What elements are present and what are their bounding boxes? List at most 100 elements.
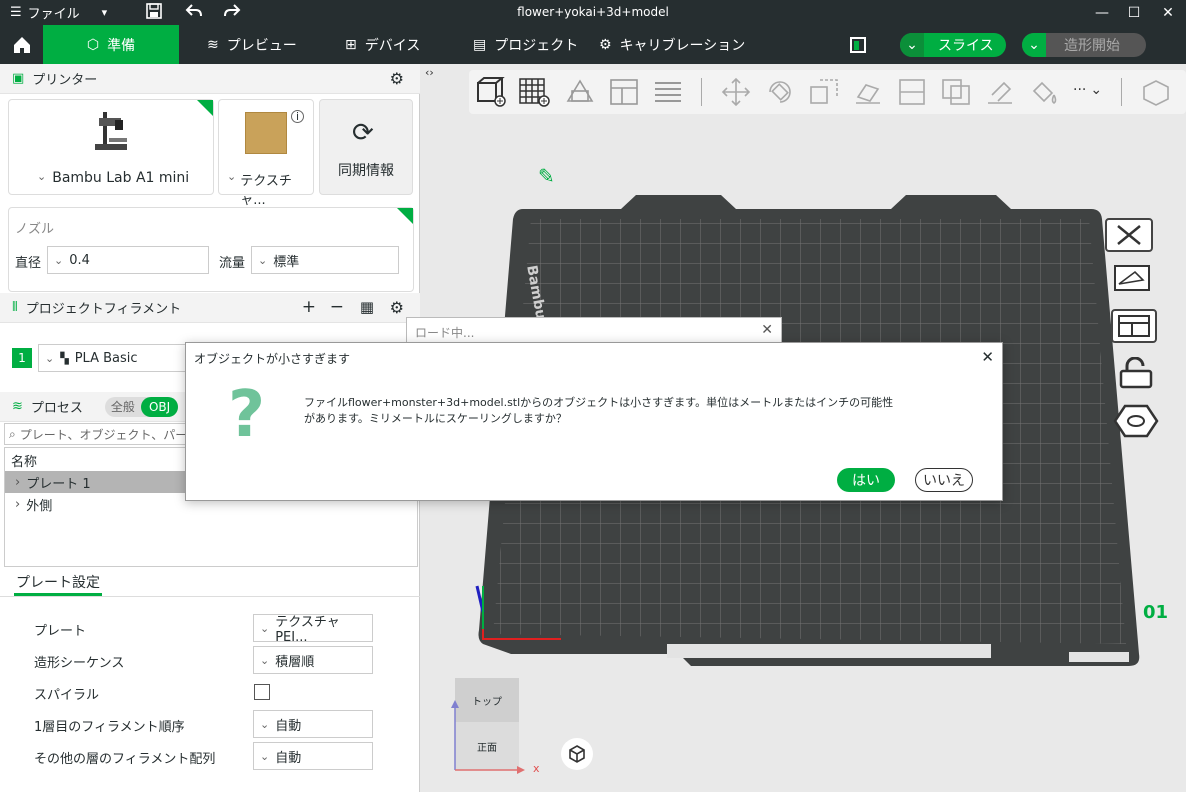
minimize-button[interactable]: — (1084, 0, 1120, 25)
plate-setting-label: プレート (34, 624, 87, 639)
print-label: 造形開始 (1064, 38, 1120, 54)
process-header-label: プロセス (30, 401, 83, 416)
first-layer-order-label: 1層目のフィラメント順序 (34, 720, 185, 735)
first-layer-order-select[interactable]: ⌄ 自動 (253, 710, 373, 738)
global-obj-toggle[interactable]: 全般 OBJ (104, 396, 179, 417)
lock-plate-button[interactable] (1113, 356, 1157, 390)
toggle-obj[interactable]: OBJ (140, 396, 179, 417)
plate-setting-value: テクスチャ PEI... (275, 615, 340, 645)
plate-card[interactable]: i ⌄ テクスチャ... (218, 99, 314, 208)
sequence-setting-label: 造形シーケンス (34, 656, 125, 671)
remove-icon[interactable]: − (330, 297, 344, 317)
search-icon: ⌕ (9, 426, 16, 441)
hexagon-icon (1113, 404, 1159, 438)
filament-index: 1 (12, 348, 32, 368)
list-item-label: 外側 (26, 498, 53, 514)
tab-device[interactable]: ⊞ デバイス (345, 25, 420, 64)
close-button[interactable]: ✕ (1150, 0, 1186, 25)
add-icon[interactable]: + (302, 297, 316, 317)
arrange-plate-button[interactable] (1111, 309, 1157, 343)
printer-select[interactable]: ⌄ Bambu Lab A1 mini (37, 170, 189, 186)
plate-image (245, 112, 287, 154)
axis-x-label: x (533, 762, 540, 775)
chevron-down-icon: ⌄ (260, 749, 270, 763)
gear-icon[interactable]: ⚙ (390, 69, 404, 88)
arrange-icon (1118, 315, 1150, 337)
spiral-setting-label: スパイラル (34, 688, 100, 703)
tab-prepare[interactable]: ⬡ 準備 (43, 25, 179, 64)
chevron-right-icon: › (15, 496, 21, 512)
tab-project-label: プロジェクト (494, 37, 579, 54)
plate-settings-button[interactable] (1113, 404, 1159, 438)
column-header: 名称 (11, 455, 38, 470)
lock-icon (1119, 357, 1153, 389)
diameter-select[interactable]: ⌄ 0.4 (47, 246, 209, 274)
view-axes (451, 700, 525, 774)
nozzle-card: ノズル 直径 ⌄ 0.4 流量 ⌄ 標準 (8, 207, 414, 292)
toggle-global[interactable]: 全般 (105, 398, 141, 415)
sequence-setting-value: 積層順 (275, 654, 315, 670)
chevron-down-icon: ⌄ (45, 351, 55, 365)
sequence-setting-select[interactable]: ⌄ 積層順 (253, 646, 373, 674)
no-button[interactable]: いいえ (915, 468, 973, 492)
printer-image (95, 112, 127, 150)
tab-calibration[interactable]: ⚙ キャリブレーション (599, 25, 745, 64)
plate-number: 01 (1143, 602, 1169, 623)
cube-icon: ⬡ (86, 36, 100, 53)
chevron-down-icon[interactable]: ⌄ (1022, 33, 1046, 57)
chevron-down-icon: ⌄ (258, 253, 268, 267)
tab-project[interactable]: ▤ プロジェクト (473, 25, 578, 64)
chevron-right-icon: › (15, 474, 21, 490)
other-layer-order-select[interactable]: ⌄ 自動 (253, 742, 373, 770)
tab-preview[interactable]: ≋ プレビュー (207, 25, 297, 64)
process-icon: ≋ (12, 399, 23, 414)
flow-value: 標準 (273, 254, 300, 270)
slice-button[interactable]: ⌄ スライス (900, 33, 1006, 57)
flow-select[interactable]: ⌄ 標準 (251, 246, 399, 274)
plate-settings-tab[interactable]: プレート設定 (14, 572, 102, 596)
loading-title: ロード中... (415, 326, 475, 340)
question-icon: ? (228, 378, 266, 452)
main-nav: ⬡ 準備 ≋ プレビュー ⊞ デバイス ▤ プロジェクト ⚙ キャリブレーション… (0, 25, 1186, 64)
list-item-label: プレート 1 (26, 476, 91, 492)
printer-icon: ▣ (12, 71, 25, 86)
close-icon[interactable]: ✕ (761, 322, 773, 338)
first-layer-order-value: 自動 (275, 718, 302, 734)
info-icon[interactable]: i (291, 110, 304, 123)
dialog-message-line1: ファイルflower+monster+3d+model.stlからのオブジェクト… (304, 396, 894, 409)
flow-label: 流量 (219, 256, 246, 271)
tab-divider (0, 596, 420, 597)
multi-plate-icon[interactable] (850, 37, 866, 53)
tab-preview-label: プレビュー (226, 37, 297, 54)
title-bar: ☰ ファイル ▾ flower+yokai+3d+model — ☐ ✕ (0, 0, 1186, 25)
close-icon[interactable]: ✕ (981, 348, 994, 366)
print-button[interactable]: ⌄ 造形開始 (1022, 33, 1146, 57)
chevron-down-icon: ⌄ (227, 170, 237, 183)
plate-setting-select[interactable]: ⌄ テクスチャ PEI... (253, 614, 373, 645)
auto-orient-icon (1114, 265, 1150, 291)
chevron-down-icon: ⌄ (260, 621, 270, 635)
filament-header: ⦀ プロジェクトフィラメント + − ▦ ⚙ (0, 293, 420, 323)
auto-orient-plate-button[interactable] (1109, 262, 1157, 296)
gear-icon[interactable]: ⚙ (390, 298, 404, 317)
dialog-message-line2: があります。ミリメートルにスケーリングしますか？ (304, 412, 567, 425)
home-button[interactable] (0, 25, 43, 64)
loading-dialog: ロード中... ✕ (406, 317, 782, 345)
yes-button[interactable]: はい (837, 468, 895, 492)
printer-name: Bambu Lab A1 mini (52, 170, 190, 186)
chevron-down-icon: ⌄ (260, 653, 270, 667)
filament-select[interactable]: ⌄ ▚ PLA Basic (38, 344, 198, 372)
maximize-button[interactable]: ☐ (1116, 0, 1152, 25)
sync-filament-icon[interactable]: ▦ (360, 298, 374, 316)
tab-prepare-label: 準備 (107, 37, 136, 54)
spiral-checkbox[interactable] (254, 684, 270, 700)
view-reset-button[interactable] (561, 738, 593, 770)
diameter-value: 0.4 (69, 252, 90, 268)
tab-device-label: デバイス (364, 37, 421, 54)
chevron-down-icon[interactable]: ⌄ (900, 33, 924, 57)
plate-type-select[interactable]: ⌄ テクスチャ... (227, 170, 313, 208)
printer-header: ▣ プリンター ⚙ (0, 64, 420, 94)
sync-button[interactable]: ⟳ 同期情報 (319, 99, 413, 195)
delete-plate-button[interactable] (1105, 218, 1153, 252)
printer-card[interactable]: ⌄ Bambu Lab A1 mini (8, 99, 214, 195)
